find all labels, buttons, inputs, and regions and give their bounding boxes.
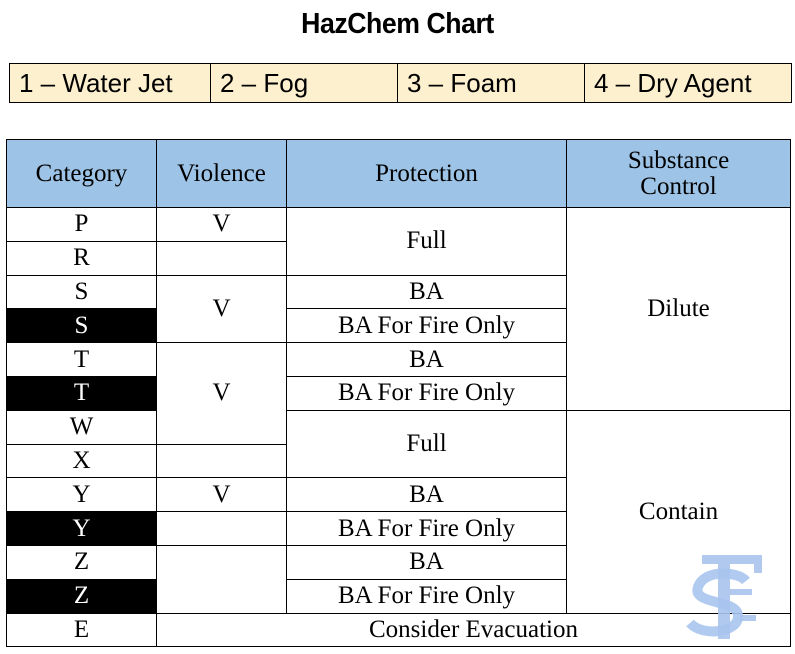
category-cell-inverted: Z bbox=[6, 578, 157, 614]
category-cell: S bbox=[6, 274, 157, 310]
protection-cell: BA bbox=[286, 477, 567, 513]
header-protection: Protection bbox=[286, 139, 567, 208]
violence-cell bbox=[156, 544, 287, 614]
evacuation-cell: Consider Evacuation bbox=[156, 612, 791, 648]
table-row: E Consider Evacuation bbox=[6, 612, 791, 648]
violence-cell bbox=[156, 240, 287, 276]
violence-cell: V bbox=[156, 207, 287, 242]
hazchem-table: Category Violence Protection Substance C… bbox=[6, 139, 791, 648]
protection-cell: BA bbox=[286, 274, 567, 310]
category-cell: Y bbox=[6, 477, 157, 513]
category-cell: R bbox=[6, 240, 157, 276]
header-substance-line1: Substance bbox=[627, 146, 730, 174]
protection-cell: BA bbox=[286, 544, 567, 580]
table-row: P V Full Dilute bbox=[6, 207, 791, 411]
category-cell-inverted: S bbox=[6, 308, 157, 344]
protection-cell: BA bbox=[286, 342, 567, 377]
violence-cell: V bbox=[156, 342, 287, 445]
category-cell: T bbox=[6, 342, 157, 377]
protection-cell: Full bbox=[286, 207, 567, 276]
violence-cell bbox=[156, 443, 287, 479]
header-substance-line2: Control bbox=[640, 172, 717, 200]
protection-cell: Full bbox=[286, 409, 567, 479]
protection-cell: BA For Fire Only bbox=[286, 375, 567, 411]
category-cell-inverted: Y bbox=[6, 511, 157, 546]
category-cell: X bbox=[6, 443, 157, 479]
violence-cell: V bbox=[156, 477, 287, 513]
protection-cell: BA For Fire Only bbox=[286, 511, 567, 546]
header-category: Category bbox=[6, 139, 157, 208]
category-cell: W bbox=[6, 409, 157, 445]
table-row: W Full Contain bbox=[6, 409, 791, 614]
category-cell: P bbox=[6, 207, 157, 242]
header-substance-control: Substance Control bbox=[566, 139, 791, 208]
legend-item-water-jet: 1 – Water Jet bbox=[10, 64, 211, 102]
category-cell: Z bbox=[6, 544, 157, 580]
header-row: Category Violence Protection Substance C… bbox=[6, 139, 791, 208]
substance-control-cell: Dilute bbox=[566, 207, 791, 411]
legend-item-dry-agent: 4 – Dry Agent bbox=[594, 68, 752, 98]
substance-control-cell: Contain bbox=[566, 409, 791, 614]
category-cell-inverted: T bbox=[6, 375, 157, 411]
protection-cell: BA For Fire Only bbox=[286, 308, 567, 344]
violence-cell bbox=[156, 511, 287, 546]
header-violence: Violence bbox=[156, 139, 287, 208]
page-title: HazChem Chart bbox=[301, 8, 494, 40]
violence-cell: V bbox=[156, 274, 287, 344]
extinguishing-media-legend: 1 – Water Jet 2 – Fog 3 – Foam 4 – Dry A… bbox=[9, 63, 792, 103]
protection-cell: BA For Fire Only bbox=[286, 578, 567, 614]
legend-item-foam: 3 – Foam bbox=[398, 64, 585, 102]
category-cell: E bbox=[6, 612, 157, 648]
legend-item-fog: 2 – Fog bbox=[211, 64, 398, 102]
